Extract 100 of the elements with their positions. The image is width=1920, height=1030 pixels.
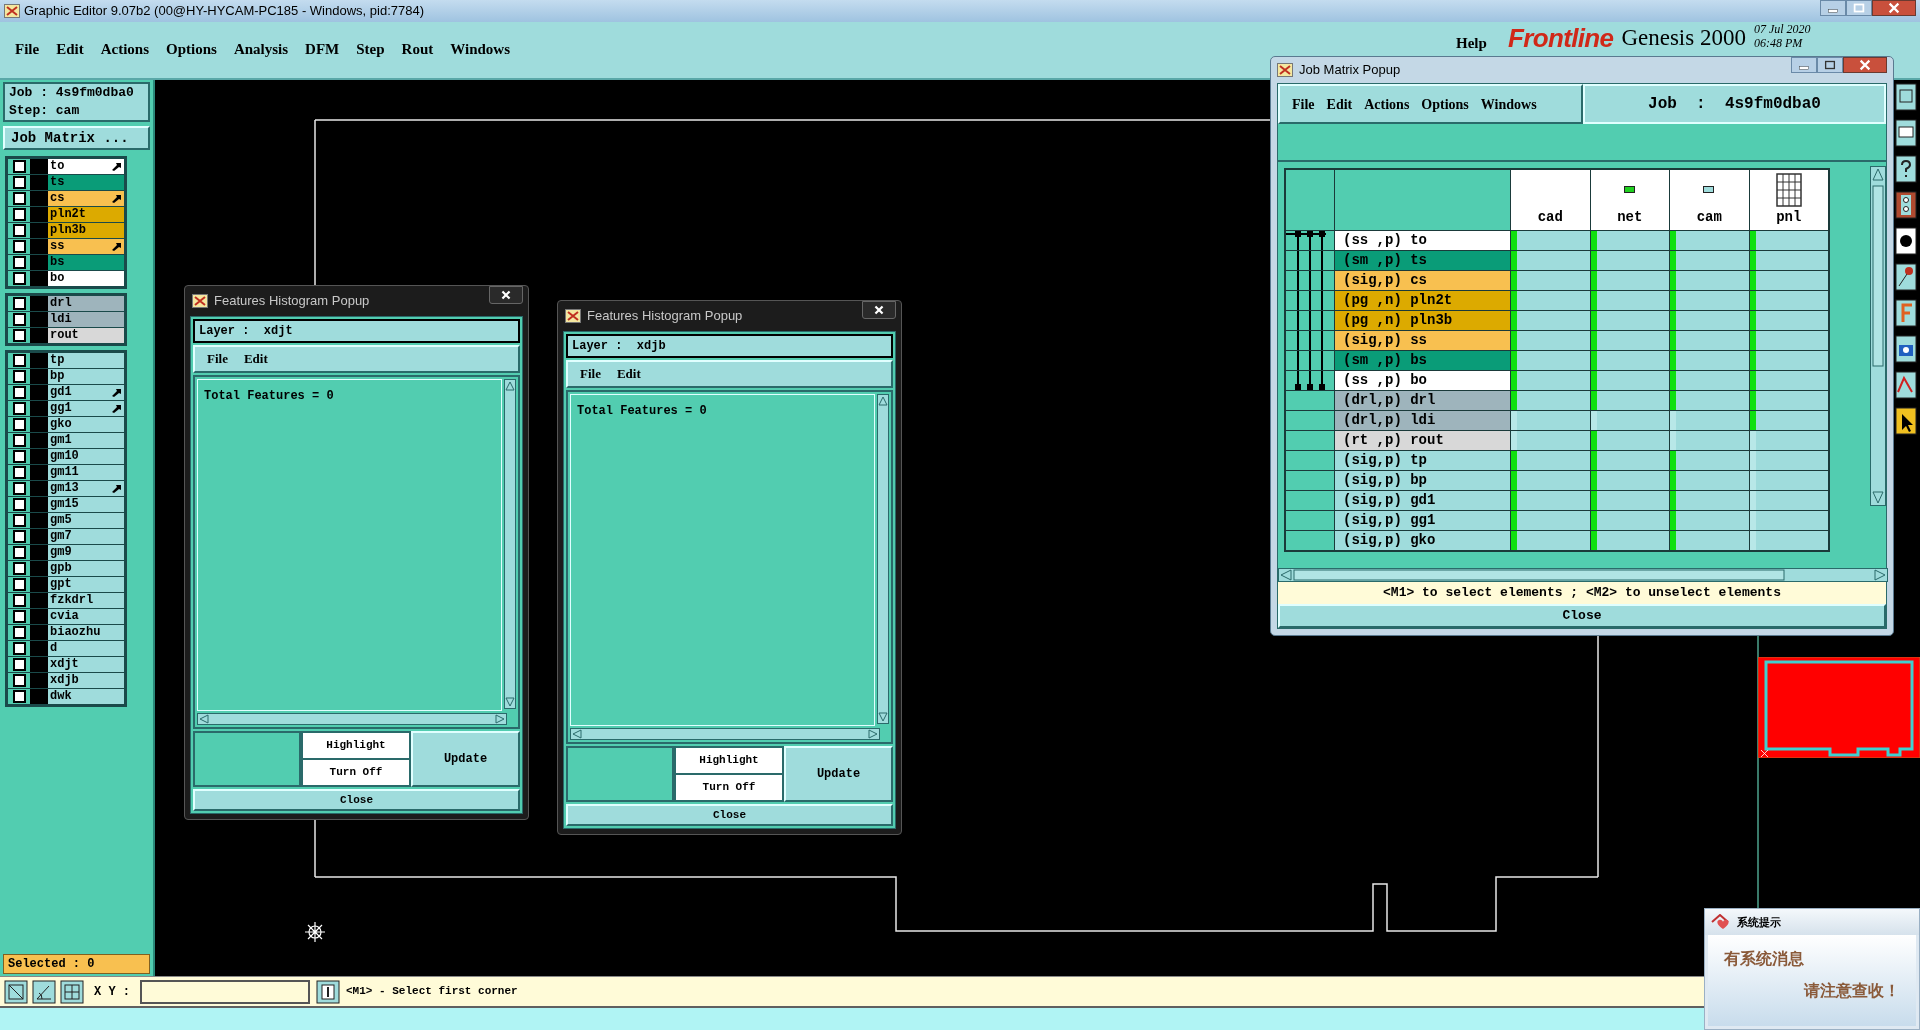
matrix-cell[interactable] bbox=[1670, 231, 1749, 250]
layer-item[interactable]: dwk bbox=[48, 689, 124, 704]
minimize-button[interactable] bbox=[1820, 0, 1846, 16]
layer-item[interactable]: cvia bbox=[48, 609, 124, 624]
layer-item[interactable]: gpt bbox=[48, 577, 124, 592]
matrix-cell[interactable] bbox=[1749, 351, 1828, 370]
layer-checkbox[interactable] bbox=[8, 175, 30, 190]
layer-item[interactable]: tp bbox=[48, 353, 124, 368]
layer-checkbox[interactable] bbox=[8, 657, 30, 672]
matrix-cell[interactable] bbox=[1670, 391, 1749, 410]
layer-row-label[interactable]: (sig,p) bp bbox=[1335, 471, 1510, 490]
layer-item[interactable]: gko bbox=[48, 417, 124, 432]
layer-row[interactable]: cs bbox=[8, 191, 124, 206]
layer-checkbox[interactable] bbox=[8, 385, 30, 400]
job-matrix-button[interactable]: Job Matrix ... bbox=[3, 126, 150, 150]
layer-item[interactable]: cs bbox=[48, 191, 124, 206]
layer-row-label[interactable]: (sm ,p) ts bbox=[1335, 251, 1510, 270]
matrix-cell[interactable] bbox=[1749, 251, 1828, 270]
pin-icon[interactable] bbox=[1894, 262, 1918, 292]
layer-row-label[interactable]: (sig,p) ss bbox=[1335, 331, 1510, 350]
matrix-cell[interactable] bbox=[1749, 511, 1828, 530]
layer-row[interactable]: gd1 bbox=[8, 385, 124, 400]
matrix-cell[interactable] bbox=[1749, 471, 1828, 490]
layer-row[interactable]: ts bbox=[8, 175, 124, 190]
layer-checkbox[interactable] bbox=[8, 223, 30, 238]
matrix-cell[interactable] bbox=[1670, 371, 1749, 390]
matrix-cell[interactable] bbox=[1590, 371, 1669, 390]
matrix-cell[interactable] bbox=[1511, 511, 1590, 530]
layer-item[interactable]: gm7 bbox=[48, 529, 124, 544]
text-area[interactable]: Total Features = 0 bbox=[197, 379, 502, 711]
layer-row-label[interactable]: (drl,p) ldi bbox=[1335, 411, 1510, 430]
menu-item[interactable]: Edit bbox=[616, 364, 641, 384]
layer-row[interactable]: gm9 bbox=[8, 545, 124, 560]
layer-item[interactable]: gd1 bbox=[48, 385, 124, 400]
tool-icon[interactable] bbox=[1894, 298, 1918, 328]
layer-checkbox[interactable] bbox=[8, 625, 30, 640]
layer-row[interactable]: tp bbox=[8, 353, 124, 368]
layer-item[interactable]: gg1 bbox=[48, 401, 124, 416]
layer-row[interactable]: gm5 bbox=[8, 513, 124, 528]
layer-checkbox[interactable] bbox=[8, 417, 30, 432]
step-header[interactable]: cad bbox=[1511, 170, 1590, 230]
menu-item[interactable]: Edit bbox=[1326, 93, 1353, 115]
traffic-light-icon[interactable] bbox=[1894, 190, 1918, 220]
vertical-scrollbar[interactable] bbox=[1870, 166, 1886, 506]
matrix-cell[interactable] bbox=[1590, 511, 1669, 530]
layer-item[interactable]: xdjt bbox=[48, 657, 124, 672]
layer-item[interactable]: ldi bbox=[48, 312, 124, 327]
layer-item[interactable]: ts bbox=[48, 175, 124, 190]
layer-checkbox[interactable] bbox=[8, 465, 30, 480]
layer-item[interactable]: gm13 bbox=[48, 481, 124, 496]
matrix-cell[interactable] bbox=[1749, 431, 1828, 450]
layer-checkbox[interactable] bbox=[8, 689, 30, 704]
matrix-cell[interactable] bbox=[1749, 411, 1828, 430]
layer-row-label[interactable]: (sm ,p) bs bbox=[1335, 351, 1510, 370]
matrix-cell[interactable] bbox=[1590, 231, 1669, 250]
layer-checkbox[interactable] bbox=[8, 593, 30, 608]
layer-checkbox[interactable] bbox=[8, 529, 30, 544]
layer-checkbox[interactable] bbox=[8, 401, 30, 416]
layer-checkbox[interactable] bbox=[8, 449, 30, 464]
layer-row[interactable]: cvia bbox=[8, 609, 124, 624]
menu-item[interactable]: File bbox=[15, 38, 40, 61]
minimize-button[interactable] bbox=[1791, 57, 1817, 73]
matrix-cell[interactable] bbox=[1511, 491, 1590, 510]
matrix-cell[interactable] bbox=[1749, 311, 1828, 330]
layer-checkbox[interactable] bbox=[8, 159, 30, 174]
menu-item[interactable]: Analysis bbox=[233, 38, 289, 61]
menu-item[interactable]: Step bbox=[356, 38, 385, 61]
matrix-cell[interactable] bbox=[1590, 431, 1669, 450]
matrix-cell[interactable] bbox=[1670, 431, 1749, 450]
vertical-scrollbar[interactable] bbox=[877, 394, 889, 724]
matrix-cell[interactable] bbox=[1511, 351, 1590, 370]
maximize-button[interactable] bbox=[1817, 57, 1843, 73]
layer-item[interactable]: pln2t bbox=[48, 207, 124, 222]
layer-row-label[interactable]: (drl,p) drl bbox=[1335, 391, 1510, 410]
matrix-cell[interactable] bbox=[1511, 251, 1590, 270]
layer-item[interactable]: gm10 bbox=[48, 449, 124, 464]
close-button[interactable]: Close bbox=[193, 789, 520, 811]
matrix-cell[interactable] bbox=[1590, 331, 1669, 350]
matrix-cell[interactable] bbox=[1670, 531, 1749, 550]
turn-off-button[interactable]: Turn Off bbox=[303, 760, 409, 785]
horizontal-scrollbar[interactable] bbox=[570, 728, 880, 740]
matrix-cell[interactable] bbox=[1511, 431, 1590, 450]
matrix-cell[interactable] bbox=[1749, 271, 1828, 290]
layer-item[interactable]: biaozhu bbox=[48, 625, 124, 640]
matrix-cell[interactable] bbox=[1590, 251, 1669, 270]
layer-checkbox[interactable] bbox=[8, 513, 30, 528]
matrix-cell[interactable] bbox=[1590, 351, 1669, 370]
layer-row[interactable]: gpt bbox=[8, 577, 124, 592]
layer-row-label[interactable]: (sig,p) tp bbox=[1335, 451, 1510, 470]
layer-item[interactable]: to bbox=[48, 159, 124, 174]
update-button[interactable]: Update bbox=[411, 731, 520, 787]
close-button[interactable] bbox=[862, 301, 896, 319]
layer-row-label[interactable]: (pg ,n) pln2t bbox=[1335, 291, 1510, 310]
turn-off-button[interactable]: Turn Off bbox=[676, 775, 782, 800]
matrix-cell[interactable] bbox=[1511, 291, 1590, 310]
layer-item[interactable]: pln3b bbox=[48, 223, 124, 238]
layer-row-label[interactable]: (sig,p) gko bbox=[1335, 531, 1510, 550]
layer-row[interactable]: bo bbox=[8, 271, 124, 286]
layer-checkbox[interactable] bbox=[8, 497, 30, 512]
layer-row-label[interactable]: (rt ,p) rout bbox=[1335, 431, 1510, 450]
